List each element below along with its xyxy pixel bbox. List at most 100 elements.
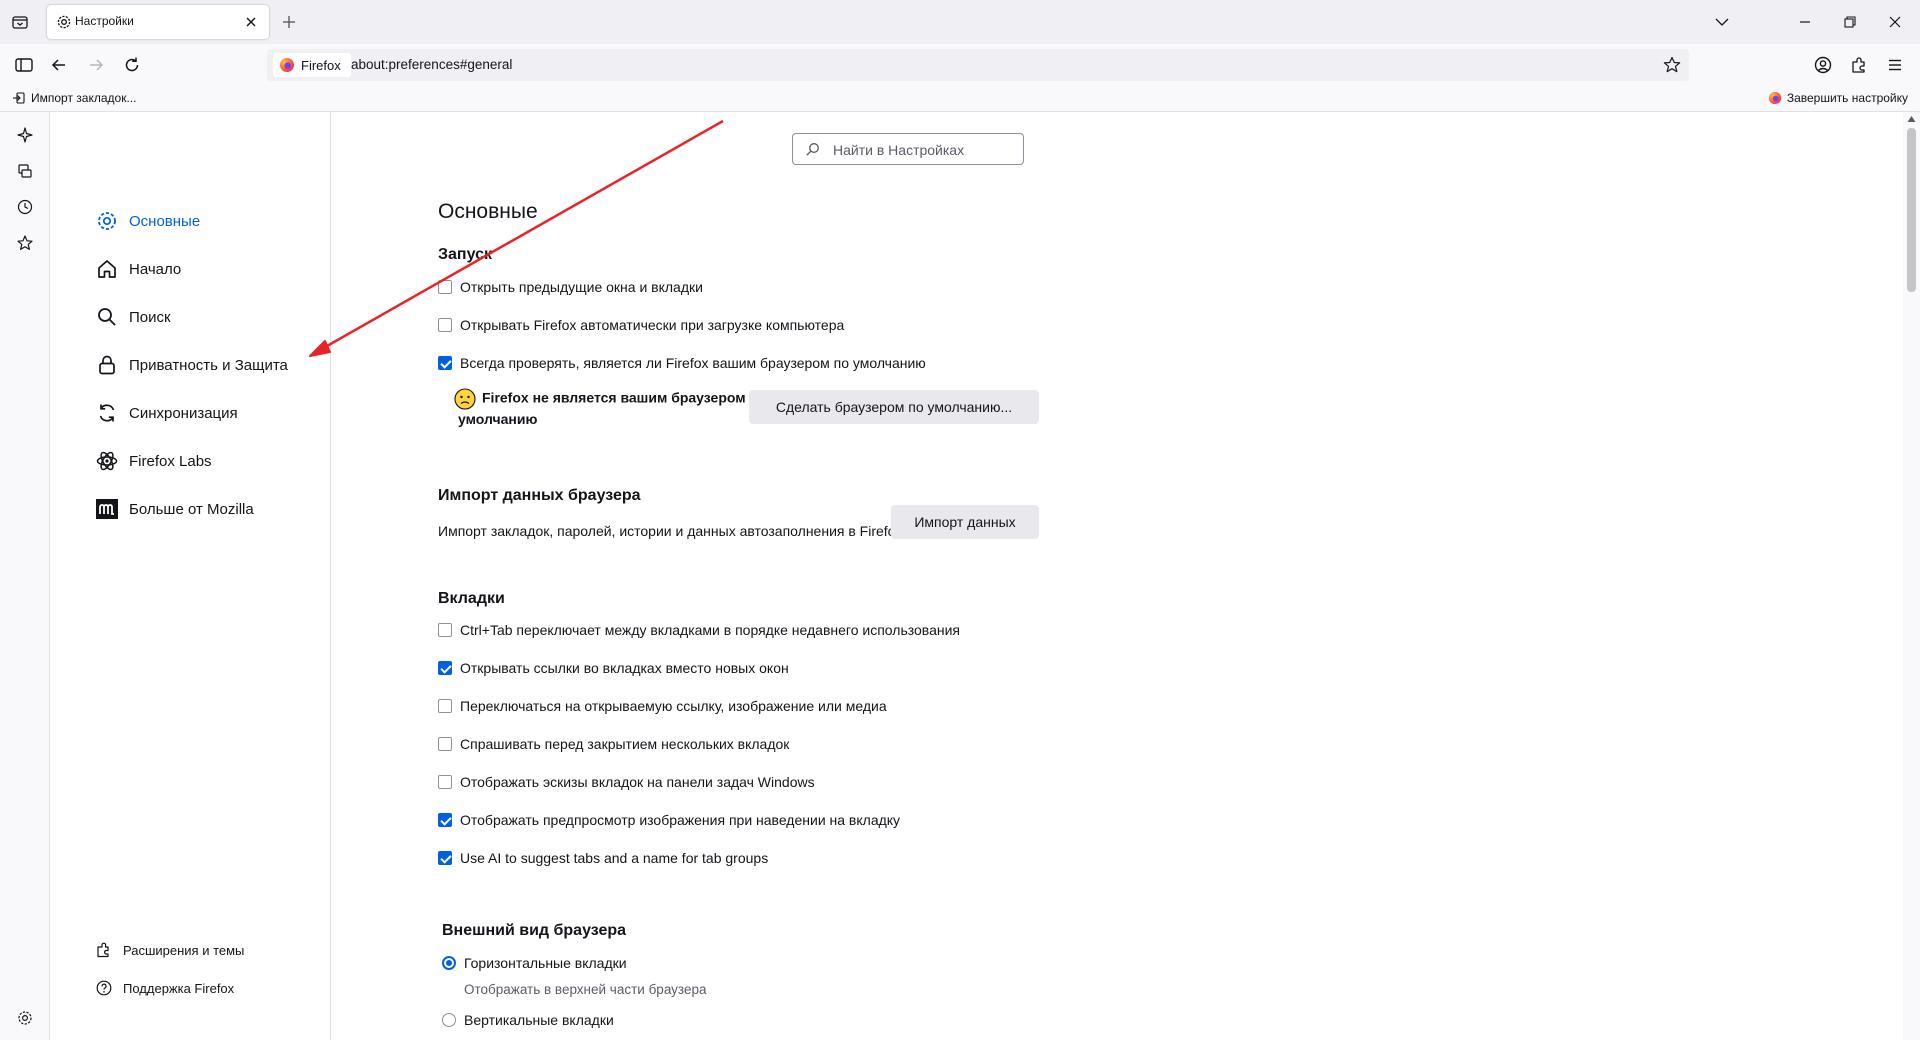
checkbox[interactable] bbox=[438, 623, 452, 637]
chevron-down-icon[interactable] bbox=[1712, 12, 1732, 32]
finish-setup-button[interactable]: Завершить настройку bbox=[1768, 91, 1908, 105]
switch-to-label: Переключаться на открываемую ссылку, изо… bbox=[460, 698, 887, 714]
identity-label: Firefox bbox=[301, 58, 341, 73]
switch-to-new-tab-checkbox[interactable]: Переключаться на открываемую ссылку, изо… bbox=[438, 698, 887, 714]
synced-tabs-icon[interactable] bbox=[16, 162, 34, 180]
ctrl-tab-checkbox[interactable]: Ctrl+Tab переключает между вкладками в п… bbox=[438, 622, 960, 638]
close-window-icon[interactable] bbox=[1885, 12, 1905, 32]
not-default-label: Firefox не является вашим браузером по у… bbox=[458, 389, 767, 427]
home-icon bbox=[95, 257, 119, 281]
check-default-label: Всегда проверять, является ли Firefox ва… bbox=[460, 355, 926, 371]
tab-settings[interactable]: Настройки bbox=[47, 5, 269, 39]
not-default-message: Firefox не является вашим браузером по у… bbox=[454, 388, 778, 428]
checkbox[interactable] bbox=[438, 813, 452, 827]
import-icon bbox=[12, 91, 26, 105]
category-label: Firefox Labs bbox=[129, 452, 212, 470]
restore-session-checkbox[interactable]: Открыть предыдущие окна и вкладки bbox=[438, 279, 703, 295]
extensions-icon bbox=[95, 941, 113, 959]
new-tab-icon[interactable] bbox=[279, 12, 299, 32]
tab-strip: Настройки bbox=[0, 0, 1920, 44]
import-description: Импорт закладок, паролей, истории и данн… bbox=[438, 523, 907, 539]
category-label: Начало bbox=[129, 260, 182, 278]
firefox-support-link[interactable]: Поддержка Firefox bbox=[95, 977, 234, 999]
reload-icon[interactable] bbox=[121, 54, 143, 76]
lock-icon bbox=[95, 353, 119, 377]
category-labs[interactable]: Firefox Labs bbox=[95, 446, 212, 476]
radio[interactable] bbox=[442, 1013, 456, 1027]
checkbox[interactable] bbox=[438, 280, 452, 294]
minimize-icon[interactable] bbox=[1795, 12, 1815, 32]
checkbox[interactable] bbox=[438, 699, 452, 713]
bookmarks-icon[interactable] bbox=[16, 234, 34, 252]
sync-icon bbox=[95, 401, 119, 425]
category-general[interactable]: Основные bbox=[95, 206, 200, 236]
scroll-up-icon[interactable] bbox=[1907, 115, 1916, 123]
preferences-page: Основные Начало Поиск Приватность и Защи… bbox=[50, 112, 1920, 1040]
close-tab-icon[interactable] bbox=[243, 14, 259, 30]
finish-setup-label: Завершить настройку bbox=[1786, 91, 1908, 105]
account-icon[interactable] bbox=[1812, 54, 1834, 76]
page-scrollbar[interactable] bbox=[1903, 112, 1920, 1040]
menu-icon[interactable] bbox=[1884, 54, 1906, 76]
tab-hover-preview-checkbox[interactable]: Отображать предпросмотр изображения при … bbox=[438, 812, 900, 828]
checkbox[interactable] bbox=[438, 356, 452, 370]
category-more-from-mozilla[interactable]: Больше от Mozilla bbox=[95, 494, 254, 524]
url-bar[interactable]: Firefox about:preferences#general bbox=[267, 49, 1689, 81]
search-input[interactable]: Найти в Настройках bbox=[792, 133, 1024, 165]
horizontal-tabs-label: Горизонтальные вкладки bbox=[464, 955, 627, 971]
check-default-checkbox[interactable]: Всегда проверять, является ли Firefox ва… bbox=[438, 355, 926, 371]
search-placeholder: Найти в Настройках bbox=[833, 142, 965, 158]
sidebar-toggle-icon[interactable] bbox=[13, 54, 35, 76]
checkbox[interactable] bbox=[438, 737, 452, 751]
category-home[interactable]: Начало bbox=[95, 254, 181, 284]
search-icon bbox=[805, 142, 820, 157]
list-all-tabs-icon[interactable] bbox=[10, 12, 30, 32]
horizontal-tabs-radio[interactable]: Горизонтальные вкладки bbox=[442, 955, 627, 971]
ai-tab-groups-checkbox[interactable]: Use AI to suggest tabs and a name for ta… bbox=[438, 850, 768, 866]
make-default-button[interactable]: Сделать браузером по умолчанию... bbox=[749, 390, 1039, 424]
forward-icon[interactable] bbox=[85, 54, 107, 76]
firefox-logo-icon bbox=[1768, 91, 1782, 105]
taskbar-previews-checkbox[interactable]: Отображать эскизы вкладок на панели зада… bbox=[438, 774, 815, 790]
checkbox[interactable] bbox=[438, 851, 452, 865]
category-search[interactable]: Поиск bbox=[95, 302, 171, 332]
gear-icon bbox=[95, 209, 119, 233]
back-icon[interactable] bbox=[48, 54, 70, 76]
import-data-button[interactable]: Импорт данных bbox=[891, 505, 1039, 539]
identity-box[interactable]: Firefox bbox=[273, 53, 351, 77]
navigation-toolbar: Firefox about:preferences#general bbox=[0, 44, 1920, 86]
checkbox[interactable] bbox=[438, 318, 452, 332]
category-label: Приватность и Защита bbox=[129, 356, 288, 374]
warn-on-close-checkbox[interactable]: Спрашивать перед закрытием нескольких вк… bbox=[438, 736, 789, 752]
vertical-tabs-radio[interactable]: Вертикальные вкладки bbox=[442, 1012, 614, 1028]
category-privacy[interactable]: Приватность и Защита bbox=[95, 350, 288, 380]
ai-chatbot-icon[interactable] bbox=[16, 126, 34, 144]
category-label: Больше от Mozilla bbox=[129, 500, 254, 518]
checkbox[interactable] bbox=[438, 775, 452, 789]
history-icon[interactable] bbox=[16, 198, 34, 216]
autostart-label: Открывать Firefox автоматически при загр… bbox=[460, 317, 845, 333]
firefox-logo-icon bbox=[279, 57, 295, 73]
category-label: Основные bbox=[129, 212, 201, 230]
restore-icon[interactable] bbox=[1840, 12, 1860, 32]
autostart-checkbox[interactable]: Открывать Firefox автоматически при загр… bbox=[438, 317, 844, 333]
category-sync[interactable]: Синхронизация bbox=[95, 398, 238, 428]
taskbar-label: Отображать эскизы вкладок на панели зада… bbox=[460, 774, 815, 790]
star-icon[interactable] bbox=[1662, 55, 1682, 75]
scrollbar-thumb[interactable] bbox=[1907, 128, 1916, 292]
browser-sidebar bbox=[0, 112, 50, 1040]
preferences-content: Найти в Настройках Основные Запуск Откры… bbox=[331, 112, 1920, 1040]
url-input[interactable]: about:preferences#general bbox=[351, 57, 512, 72]
extensions-icon[interactable] bbox=[1848, 54, 1870, 76]
sad-face-icon bbox=[454, 388, 476, 410]
warn-close-label: Спрашивать перед закрытием нескольких вк… bbox=[460, 736, 790, 752]
checkbox[interactable] bbox=[438, 661, 452, 675]
radio[interactable] bbox=[442, 956, 456, 970]
tab-title: Настройки bbox=[75, 14, 134, 28]
customize-sidebar-icon[interactable] bbox=[16, 1009, 34, 1027]
ctrl-tab-label: Ctrl+Tab переключает между вкладками в п… bbox=[460, 622, 960, 638]
extensions-themes-link[interactable]: Расширения и темы bbox=[95, 939, 244, 961]
tabs-heading: Вкладки bbox=[438, 590, 505, 607]
open-links-in-tabs-checkbox[interactable]: Открывать ссылки во вкладках вместо новы… bbox=[438, 660, 789, 676]
import-bookmarks-button[interactable]: Импорт закладок... bbox=[12, 91, 136, 105]
